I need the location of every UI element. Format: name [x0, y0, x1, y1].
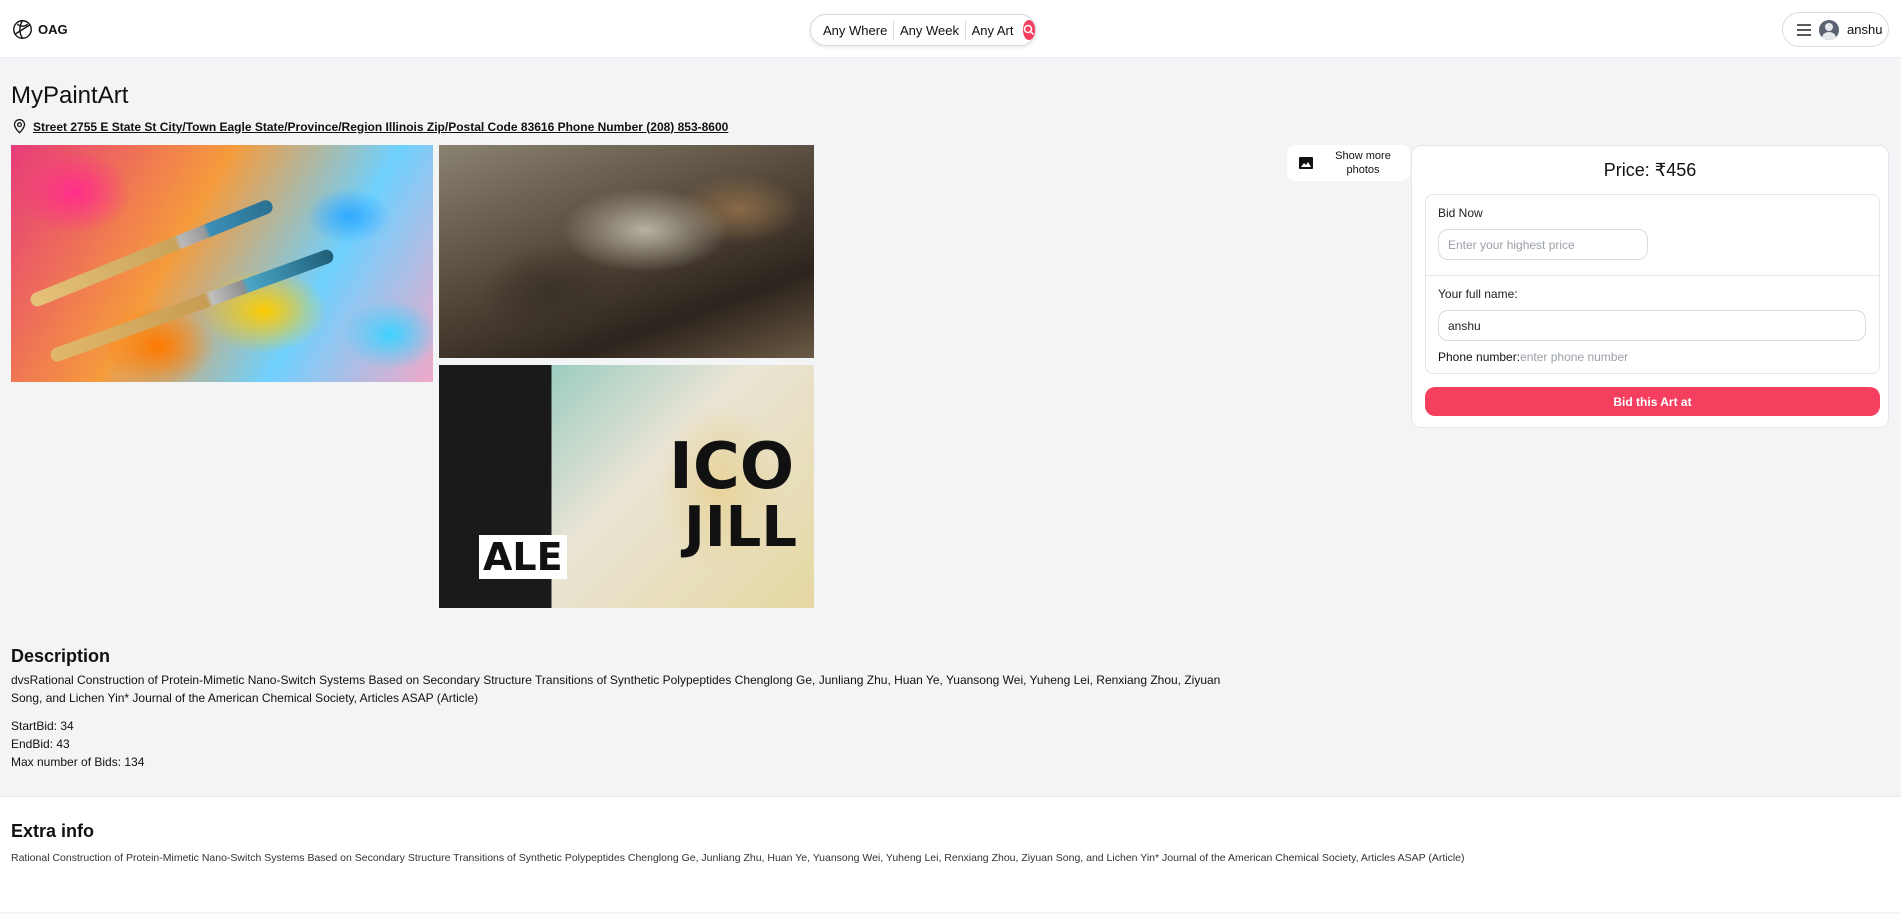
bid-form: Bid Now Your full name: Phone number:	[1425, 194, 1880, 374]
phone-row: Phone number:	[1438, 350, 1721, 364]
search-location[interactable]: Any Where	[823, 23, 893, 38]
poster-decoration: ALE	[479, 535, 567, 579]
artwork-image-street-posters[interactable]: ICO JILL ALE	[439, 365, 814, 608]
bid-submit-button[interactable]: Bid this Art at	[1425, 387, 1880, 416]
bid-amount-input[interactable]	[1438, 229, 1648, 260]
logo-icon	[13, 20, 32, 39]
start-bid: StartBid: 34	[11, 719, 74, 733]
description-heading: Description	[11, 646, 111, 666]
location-pin-icon	[13, 119, 26, 134]
search-icon	[1023, 24, 1034, 36]
search-button[interactable]	[1022, 20, 1035, 40]
brush-shape	[48, 247, 336, 364]
bid-now-label: Bid Now	[1438, 206, 1483, 220]
address-row: Street 2755 E State St City/Town Eagle S…	[12, 119, 728, 134]
page-title: MyPaintArt	[11, 82, 129, 109]
description-text: dvsRational Construction of Protein-Mime…	[11, 673, 1221, 705]
full-name-input[interactable]	[1438, 310, 1866, 341]
artwork-image-paint-brushes[interactable]	[11, 145, 433, 382]
extra-info-heading: Extra info	[11, 821, 95, 841]
search-bar[interactable]: Any Where Any Week Any Art	[810, 14, 1036, 46]
address-link[interactable]: Street 2755 E State St City/Town Eagle S…	[33, 120, 728, 134]
extra-info-section: Extra info Rational Construction of Prot…	[0, 796, 1901, 912]
artwork-image-battle-painting[interactable]	[439, 145, 814, 358]
phone-label: Phone number:	[1438, 350, 1521, 364]
user-menu-button[interactable]: anshu	[1782, 12, 1889, 47]
extra-info-text: Rational Construction of Protein-Mimetic…	[11, 852, 1465, 864]
full-name-label: Your full name:	[1438, 287, 1518, 301]
menu-icon	[1797, 23, 1811, 36]
top-navbar: OAG Any Where Any Week Any Art anshu	[0, 0, 1901, 58]
user-name: anshu	[1847, 22, 1883, 37]
image-icon	[1299, 157, 1313, 169]
max-bids: Max number of Bids: 134	[11, 755, 145, 769]
bid-card: Price: ₹456 Bid Now Your full name: Phon…	[1411, 145, 1889, 428]
end-bid: EndBid: 43	[11, 737, 70, 751]
logo[interactable]: OAG	[12, 19, 68, 40]
avatar-icon	[1819, 19, 1839, 40]
poster-decoration: ICO	[669, 430, 795, 504]
logo-text: OAG	[38, 22, 68, 37]
show-more-photos-button[interactable]: Show more photos	[1287, 145, 1410, 181]
search-week[interactable]: Any Week	[894, 23, 965, 38]
price-label: Price: ₹456	[1603, 160, 1697, 180]
phone-input[interactable]	[1520, 350, 1721, 364]
show-more-photos-label: Show more photos	[1335, 150, 1391, 176]
poster-decoration: JILL	[684, 495, 798, 560]
search-art[interactable]: Any Art	[966, 23, 1020, 38]
form-divider	[1426, 275, 1879, 276]
